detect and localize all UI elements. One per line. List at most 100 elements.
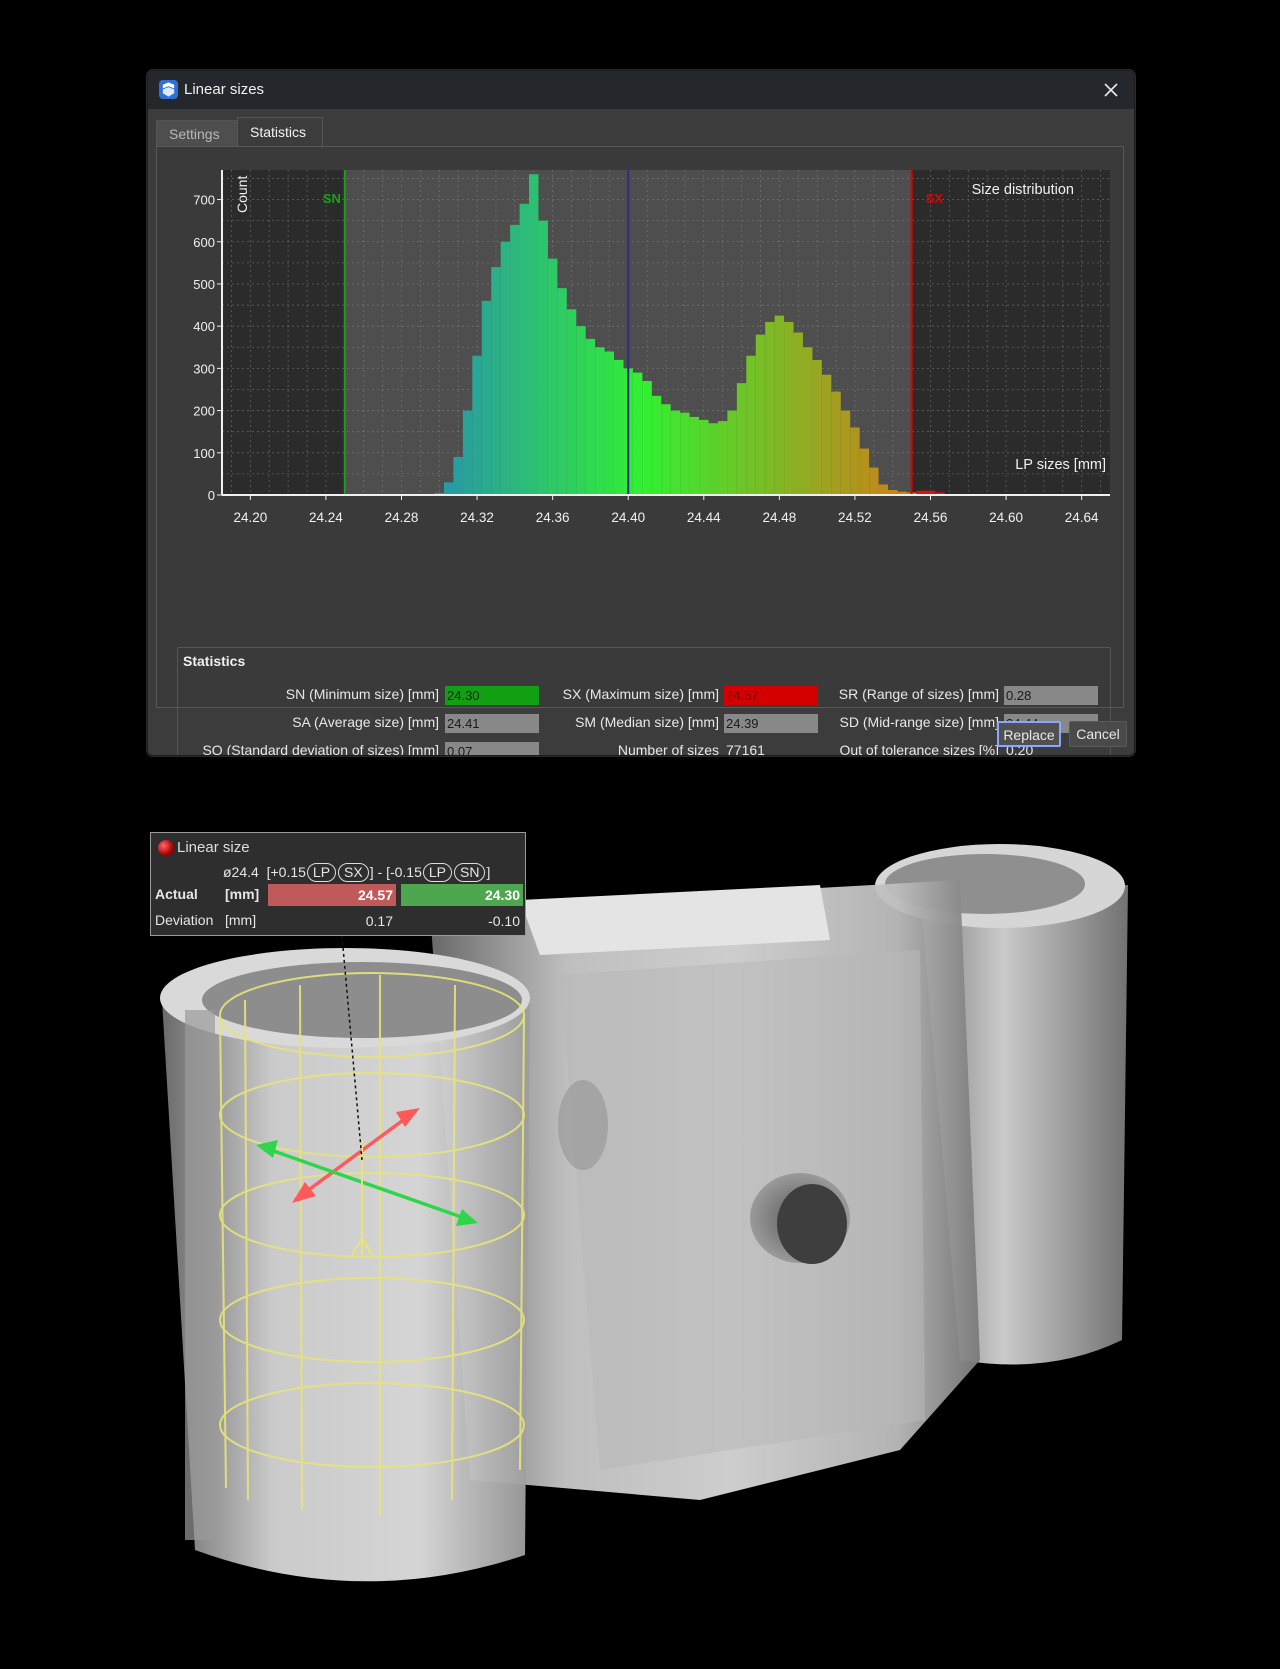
actual-unit: [mm] (225, 886, 260, 902)
cancel-button[interactable]: Cancel (1069, 721, 1127, 747)
histogram-bar (727, 410, 737, 495)
status-indicator-icon (158, 840, 174, 856)
histogram-bar (661, 404, 671, 495)
sn-value: 24.30 (445, 686, 539, 705)
histogram-bar (547, 258, 558, 495)
histogram-bar (519, 203, 530, 495)
annotation-title: Linear size (177, 839, 250, 856)
size-distribution-chart: SN SX 0 100 200 300 400 500 600 700 24.20 24.24 24.2… (168, 165, 1118, 567)
sn-modifier: SN (454, 863, 486, 882)
y-tick-label: 600 (193, 235, 215, 250)
x-tick-label: 24.24 (309, 510, 343, 525)
histogram-bar (576, 326, 586, 495)
lower-tolerance: ] - [-0.15 (369, 864, 422, 880)
x-tick-label: 24.44 (687, 510, 721, 525)
actual-upper-value: 24.57 (268, 884, 396, 906)
x-tick-label: 24.28 (385, 510, 419, 525)
histogram-bar (689, 416, 700, 495)
histogram-bar (642, 381, 652, 495)
histogram-bar (491, 267, 501, 495)
histogram-bar (510, 224, 520, 496)
sr-label: SR (Range of sizes) [mm] (838, 686, 999, 702)
x-axis-label: LP sizes [mm] (1015, 457, 1106, 473)
x-tick-label: 24.20 (233, 510, 267, 525)
deviation-unit: [mm] (225, 912, 257, 928)
histogram-bar (878, 484, 888, 495)
oot-label: Out of tolerance sizes [%] (839, 742, 999, 756)
histogram-bar (859, 448, 870, 495)
histogram-bar (500, 241, 511, 495)
sx-label: SX (Maximum size) [mm] (562, 686, 719, 702)
histogram-bar (717, 421, 728, 495)
sd-label: SD (Mid-range size) [mm] (839, 714, 999, 730)
chart-title: Size distribution (972, 182, 1074, 198)
histogram-bar (840, 410, 851, 495)
close-icon[interactable] (1096, 75, 1126, 105)
histogram-bar (784, 321, 794, 495)
y-tick-label: 500 (193, 277, 215, 292)
marker-label-sn: SN (323, 191, 341, 206)
sr-value: 0.28 (1004, 686, 1098, 705)
sx-modifier: SX (338, 863, 369, 882)
histogram-bar (755, 334, 766, 495)
y-tick-label: 100 (193, 446, 215, 461)
histogram-bar (708, 423, 718, 495)
histogram-bar (651, 395, 662, 495)
x-tick-label: 24.52 (838, 510, 872, 525)
tab-statistics[interactable]: Statistics (237, 117, 323, 147)
histogram-svg: SN SX 0 100 200 300 400 500 600 700 24.20 24.24 24.2… (193, 170, 1110, 525)
x-tick-label: 24.60 (989, 510, 1023, 525)
histogram-bar (850, 427, 860, 495)
histogram-bar (585, 338, 596, 495)
sm-value: 24.39 (724, 714, 818, 733)
marker-label-sx: SX (926, 191, 944, 206)
histogram-bar (444, 482, 454, 495)
x-tick-label: 24.56 (914, 510, 948, 525)
count-value: 77161 (726, 742, 765, 756)
sq-value: 0.07 (445, 742, 539, 755)
x-tick-label: 24.64 (1065, 510, 1099, 525)
y-tick-label: 300 (193, 361, 215, 376)
tolerance-close: ] (486, 864, 491, 880)
x-tick-label: 24.32 (460, 510, 494, 525)
histogram-bar (680, 412, 690, 495)
nominal-size: ø24.4 (223, 864, 259, 880)
app-logo-icon (159, 80, 178, 99)
histogram-bar (453, 457, 463, 495)
y-tick-label: 200 (193, 404, 215, 419)
left-cylinder (160, 948, 530, 1582)
histogram-bar (812, 359, 822, 495)
histogram-bar (632, 372, 643, 495)
statistics-groupbox: Statistics SN (Minimum size) [mm] 24.30 … (177, 647, 1111, 756)
histogram-bar (821, 374, 832, 495)
linear-size-annotation[interactable]: Linear size ø24.4 [+0.15 LP SX] - [-0.15 LP… (150, 832, 526, 936)
y-tick-label: 700 (193, 193, 215, 208)
actual-label: Actual (155, 886, 198, 902)
dialog-title: Linear sizes (184, 81, 265, 98)
histogram-bar (831, 391, 841, 495)
histogram-bar (765, 321, 775, 495)
x-tick-label: 24.40 (611, 510, 645, 525)
replace-button[interactable]: Replace (997, 721, 1061, 747)
histogram-bar (538, 220, 548, 495)
histogram-bar (746, 355, 756, 495)
deviation-lower-value: -0.10 (488, 913, 520, 929)
tolerance-spec: ø24.4 [+0.15 LP SX] - [-0.15 LP SN] (223, 863, 490, 882)
sq-label: SQ (Standard deviation of sizes) [mm] (202, 742, 439, 756)
y-tick-label: 400 (193, 319, 215, 334)
upper-tolerance: [+0.15 (266, 864, 306, 880)
histogram-bar (595, 347, 605, 495)
x-tick-label: 24.36 (536, 510, 570, 525)
histogram-bar (481, 300, 492, 495)
histogram-bar (699, 419, 709, 495)
statistics-heading: Statistics (183, 653, 246, 669)
sa-label: SA (Average size) [mm] (292, 714, 439, 730)
deviation-label: Deviation (155, 912, 214, 928)
x-tick-label: 24.48 (762, 510, 796, 525)
histogram-bar (614, 359, 624, 495)
histogram-bar (670, 410, 681, 495)
histogram-bar (472, 355, 482, 495)
y-axis-label: Count (234, 176, 250, 213)
histogram-bar (566, 309, 577, 495)
histogram-bar (774, 315, 785, 495)
